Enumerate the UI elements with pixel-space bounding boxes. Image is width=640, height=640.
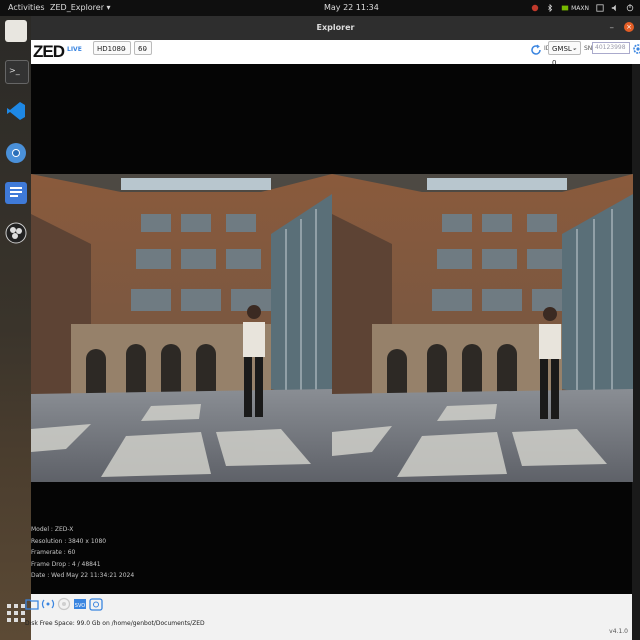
chevron-down-icon: ⌄ (121, 45, 127, 52)
bluetooth-icon[interactable] (546, 4, 554, 12)
info-framerate: Framerate : 60 (31, 549, 76, 556)
nvidia-logo-icon (561, 5, 569, 11)
dock: >_ (0, 16, 31, 640)
svo-icon[interactable]: SVO (73, 596, 87, 612)
obs-icon[interactable] (5, 222, 27, 244)
chromium-icon[interactable] (5, 142, 27, 164)
power-icon[interactable] (626, 4, 634, 12)
minimize-button[interactable]: – (610, 23, 615, 33)
disk-free-space: Disk Free Space: 99.0 Gb on /home/genbot… (25, 620, 205, 627)
close-button[interactable]: × (624, 22, 634, 32)
settings-gear-icon[interactable] (632, 43, 640, 55)
live-badge: LIVE (67, 46, 82, 53)
power-mode-label: MAXN (571, 4, 589, 12)
chevron-down-icon: ⌄ (142, 45, 148, 52)
fps-select[interactable]: 60 ⌄ (134, 41, 152, 55)
video-viewer[interactable]: Model : ZED-X Resolution : 3840 x 1080 F… (31, 64, 633, 594)
document-icon[interactable] (5, 182, 27, 204)
camera-info-overlay: Model : ZED-X Resolution : 3840 x 1080 F… (31, 524, 134, 582)
system-tray[interactable]: MAXN (531, 2, 634, 14)
nvidia-icon[interactable] (531, 4, 539, 12)
version-label: v4.1.0 (609, 628, 628, 635)
volume-icon[interactable] (611, 4, 619, 12)
left-camera-view (31, 174, 332, 482)
right-camera-view (332, 174, 633, 482)
info-resolution: Resolution : 3840 x 1080 (31, 537, 107, 545)
zed-logo: ZED (33, 42, 65, 61)
info-date: Date : Wed May 22 11:34:21 2024 (31, 572, 135, 579)
refresh-icon[interactable] (530, 44, 542, 56)
app-menu[interactable]: ZED_Explorer ▾ (50, 3, 111, 12)
info-model: Model : ZED-X (31, 526, 74, 533)
snapshot-icon[interactable] (89, 596, 103, 612)
network-icon[interactable] (596, 4, 604, 12)
window-title: Explorer (316, 23, 355, 32)
chevron-down-icon: ⌄ (571, 45, 577, 52)
show-apps-icon[interactable] (5, 602, 27, 624)
activities-button[interactable]: Activities (8, 3, 45, 12)
files-icon[interactable] (5, 20, 27, 42)
system-top-bar: Activities ZED_Explorer ▾ May 22 11:34 M… (0, 0, 640, 16)
vscode-icon[interactable] (5, 100, 27, 122)
window-titlebar: Explorer – × (31, 16, 640, 40)
info-frame-drop: Frame Drop : 4 / 48841 (31, 560, 101, 568)
svg-text:SVO: SVO (75, 603, 86, 609)
serial-number-input[interactable]: 40123998 (592, 42, 630, 54)
camera-id-select[interactable]: GMSL - 0 ⌄ (548, 41, 581, 67)
app-toolbar: ZED LIVE HD1080 ⌄ 60 ⌄ ID GMSL - 0 ⌄ SN … (31, 40, 640, 67)
folder-icon[interactable] (25, 596, 39, 612)
clock[interactable]: May 22 11:34 (324, 3, 379, 12)
bottom-bar: SVO Disk Free Space: 99.0 Gb on /home/ge… (25, 594, 632, 640)
resolution-select[interactable]: HD1080 ⌄ (93, 41, 131, 55)
terminal-icon[interactable]: >_ (5, 60, 29, 84)
stream-icon[interactable] (41, 596, 55, 612)
record-icon[interactable] (57, 596, 71, 612)
power-mode-indicator[interactable]: MAXN (561, 4, 589, 12)
